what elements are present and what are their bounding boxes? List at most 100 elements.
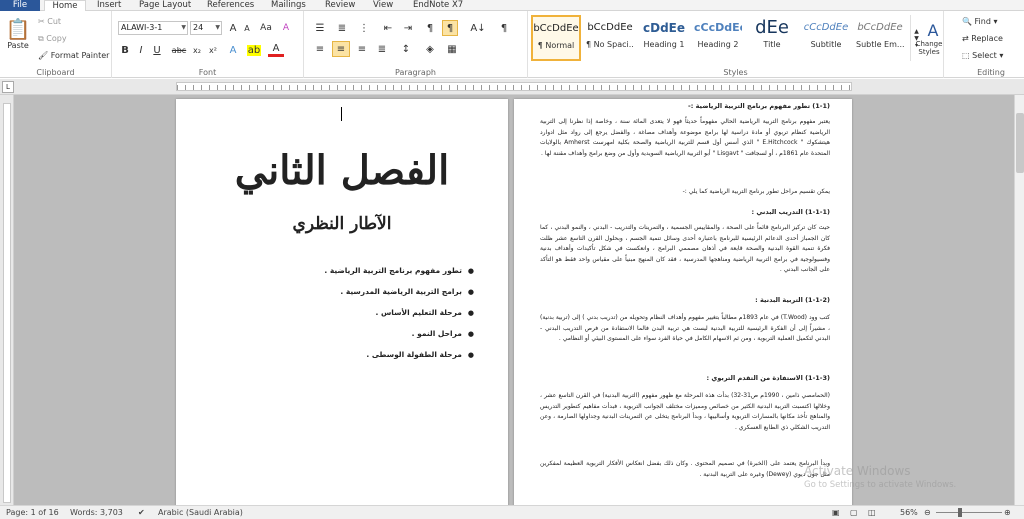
indent-icon: ⇥ [403,22,413,34]
style-normal[interactable]: bCcDdEe ¶ Normal [531,15,581,61]
style-preview: cCcDdEe [694,21,742,34]
editing-group: 🔍 Find ▾ ⇄ Replace ⬚ Select ▾ Editing [958,11,1024,78]
tab-file[interactable]: File [0,0,40,11]
outline-item: مرحلة التعليم الأساس . [254,307,474,328]
align-left-icon: ≡ [315,43,325,55]
change-case-button[interactable]: Aa [258,21,274,35]
select-label: Select [972,51,997,60]
tab-insert[interactable]: Insert [97,0,121,11]
vertical-scrollbar[interactable] [1014,95,1024,505]
zoom-slider-thumb[interactable] [958,508,962,517]
text-effects-button[interactable]: A [226,43,240,57]
grow-font-button[interactable]: A [226,21,240,35]
style-preview: cDdEe [643,21,685,35]
copy-button[interactable]: ⧉ Copy [38,34,67,44]
view-print-layout-icon[interactable]: ▣ [832,508,840,517]
section-heading: (1-1-3) الاستفادة من التقدم التربوي : [706,374,830,382]
style-subtitle[interactable]: cCcDdEe Subtitle [801,15,851,61]
tab-endnote[interactable]: EndNote X7 [413,0,463,11]
find-button[interactable]: 🔍 Find ▾ [962,17,997,26]
align-center-button[interactable]: ≡ [332,41,350,57]
highlight-button[interactable]: ab [246,43,262,57]
zoom-in-button[interactable]: ⊕ [1004,508,1011,517]
chapter-subtitle: الآطار النظري [292,214,392,234]
zoom-out-button[interactable]: ⊖ [924,508,931,517]
clear-formatting-button[interactable]: A [278,21,294,35]
bold-button[interactable]: B [118,43,132,57]
underline-button[interactable]: U [150,43,164,57]
italic-button[interactable]: I [134,43,148,57]
zoom-level[interactable]: 56% [900,508,918,517]
document-canvas[interactable]: الفصل الثاني الآطار النظري تطور مفهوم بر… [14,95,1014,509]
view-web-icon[interactable]: ◫ [868,508,876,517]
format-painter-button[interactable]: 🖌 Format Painter [38,51,109,60]
tab-view[interactable]: View [373,0,393,11]
ltr-button[interactable]: ¶ [422,21,438,35]
word-count[interactable]: Words: 3,703 [70,508,123,517]
paragraph: حيث كان تركيز البرنامج قائماً على الصحة … [540,224,830,273]
chapter-title: الفصل الثاني [234,147,450,194]
paragraph: يمكن تقسيم مراحل تطور برنامج التربية الر… [682,188,830,195]
section-heading: (1-1) تطور مفهوم برنامج التربية الرياضية… [688,102,830,110]
multilevel-list-button[interactable]: ⋮ [356,21,372,35]
justify-button[interactable]: ≣ [374,42,390,56]
tab-selector[interactable]: L [2,81,14,93]
language[interactable]: Arabic (Saudi Arabia) [158,508,243,517]
style-preview: dEe [755,17,789,38]
multilevel-icon: ⋮ [359,22,369,34]
align-left-button[interactable]: ≡ [312,42,328,56]
show-marks-button[interactable]: ¶ [496,21,512,35]
tab-references[interactable]: References [207,0,254,11]
scrollbar-thumb[interactable] [1016,113,1024,173]
font-color-button[interactable]: A [268,43,284,57]
line-spacing-button[interactable]: ↕ [398,42,414,56]
increase-indent-button[interactable]: ⇥ [400,21,416,35]
page-count[interactable]: Page: 1 of 16 [6,508,59,517]
chevron-down-icon: ▼ [181,24,186,31]
style-no-spacing[interactable]: bCcDdEe ¶ No Spaci... [585,15,635,61]
style-heading-2[interactable]: cCcDdEe Heading 2 [693,15,743,61]
subscript-button[interactable]: x₂ [190,43,204,57]
outdent-icon: ⇤ [383,22,393,34]
rtl-icon: ¶ [446,22,454,34]
borders-button[interactable]: ▦ [444,42,460,56]
select-icon: ⬚ [962,51,970,60]
page-right[interactable]: (1-1) تطور مفهوم برنامج التربية الرياضية… [514,99,852,509]
style-heading-1[interactable]: cDdEe Heading 1 [639,15,689,61]
superscript-button[interactable]: x² [206,43,220,57]
ruler-ticks [177,85,851,90]
shading-button[interactable]: ◈ [422,42,438,56]
vertical-ruler[interactable] [0,95,14,505]
activation-watermark: Activate Windows Go to Settings to activ… [804,464,956,490]
cut-button[interactable]: ✂ Cut [38,17,61,26]
page-left[interactable]: الفصل الثاني الآطار النظري تطور مفهوم بر… [176,99,508,509]
style-name: Heading 1 [643,40,685,49]
style-subtle-emphasis[interactable]: bCcDdEe Subtle Em... [855,15,905,61]
view-full-screen-icon[interactable]: ▢ [850,508,858,517]
tab-mailings[interactable]: Mailings [271,0,306,11]
proofing-icon[interactable]: ✔ [138,508,145,517]
zoom-slider[interactable] [936,512,1002,513]
align-right-button[interactable]: ≡ [354,42,370,56]
replace-button[interactable]: ⇄ Replace [962,34,1003,43]
shrink-font-button[interactable]: A [240,21,254,35]
rtl-button[interactable]: ¶ [442,20,458,36]
select-button[interactable]: ⬚ Select ▾ [962,51,1003,60]
sort-button[interactable]: A↓ [470,21,486,35]
section-heading: (1-1-1) التدريب البدني : [751,208,830,216]
pilcrow-icon: ¶ [500,22,508,34]
font-size-select[interactable]: 24 ▼ [190,21,222,35]
decrease-indent-button[interactable]: ⇤ [380,21,396,35]
bullets-button[interactable]: ☰ [312,21,328,35]
tab-page-layout[interactable]: Page Layout [139,0,191,11]
text-cursor [341,107,342,121]
change-styles-button[interactable]: A Change Styles [916,15,944,61]
numbering-button[interactable]: ≣ [334,21,350,35]
strikethrough-button[interactable]: abc [170,43,188,57]
horizontal-ruler[interactable] [176,82,852,91]
paste-button[interactable]: 📋 Paste [4,13,32,53]
borders-icon: ▦ [447,43,457,55]
tab-review[interactable]: Review [325,0,355,11]
style-title[interactable]: dEe Title [747,15,797,61]
font-name-select[interactable]: ALAWI-3-1 ▼ [118,21,188,35]
